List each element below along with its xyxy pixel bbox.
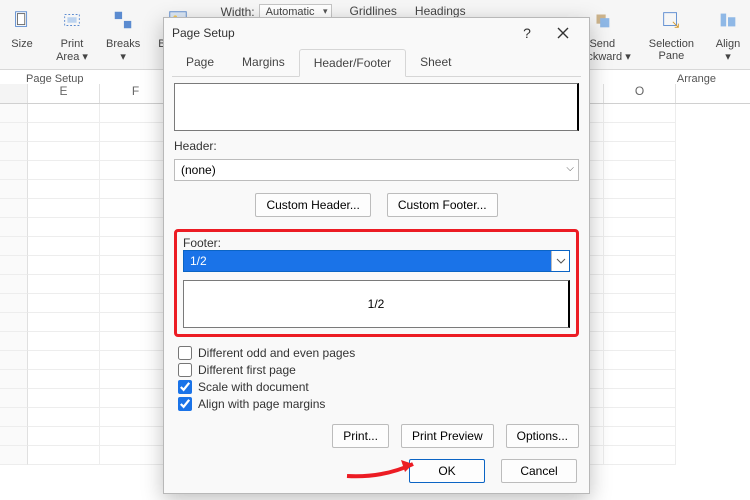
- cancel-button[interactable]: Cancel: [501, 459, 577, 483]
- align-icon: [712, 4, 744, 36]
- tab-page[interactable]: Page: [172, 49, 228, 77]
- checkbox-group: Different odd and even pages Different f…: [174, 343, 579, 414]
- ok-button[interactable]: OK: [409, 459, 485, 483]
- options-button[interactable]: Options...: [506, 424, 579, 448]
- custom-footer-button[interactable]: Custom Footer...: [387, 193, 498, 217]
- gridlines-label: Gridlines: [350, 4, 397, 18]
- print-area-icon: [56, 4, 88, 36]
- dialog-tabs: Page Margins Header/Footer Sheet: [172, 48, 581, 77]
- header-preview: [174, 83, 579, 131]
- help-button[interactable]: ?: [509, 19, 545, 47]
- print-button[interactable]: Print...: [332, 424, 389, 448]
- custom-buttons-row: Custom Header... Custom Footer...: [174, 193, 579, 217]
- header-value: (none): [181, 163, 216, 177]
- footer-preview: 1/2: [183, 280, 570, 328]
- headings-label: Headings: [415, 4, 466, 18]
- chk-scale[interactable]: Scale with document: [178, 380, 579, 394]
- print-buttons-row: Print... Print Preview Options...: [174, 424, 579, 448]
- footer-label: Footer:: [183, 236, 570, 250]
- chevron-down-icon: ⌵: [566, 163, 574, 174]
- footer-preview-text: 1/2: [368, 297, 385, 311]
- tab-margins[interactable]: Margins: [228, 49, 299, 77]
- close-button[interactable]: [545, 19, 581, 47]
- ribbon-breaks[interactable]: Breaks ▾: [106, 4, 140, 63]
- ribbon-align[interactable]: Align ▾: [712, 4, 744, 63]
- send-backward-icon: [586, 4, 618, 36]
- footer-select[interactable]: 1/2: [183, 250, 570, 272]
- ribbon-size[interactable]: Size: [6, 4, 38, 50]
- ribbon-gridlines-col: Gridlines: [350, 4, 397, 18]
- tab-sheet[interactable]: Sheet: [406, 49, 465, 77]
- dialog-footer: OK Cancel: [409, 459, 577, 483]
- custom-header-button[interactable]: Custom Header...: [255, 193, 370, 217]
- chevron-down-icon: [551, 251, 569, 271]
- close-icon: [557, 27, 569, 39]
- dialog-title: Page Setup: [172, 26, 235, 40]
- annotation-highlight: Footer: 1/2 1/2: [174, 229, 579, 337]
- tab-header-footer[interactable]: Header/Footer: [299, 49, 406, 77]
- breaks-icon: [107, 4, 139, 36]
- chk-first-page[interactable]: Different first page: [178, 363, 579, 377]
- footer-value: 1/2: [184, 254, 213, 268]
- ribbon-selection-pane[interactable]: Selection Pane: [649, 4, 694, 62]
- dialog-body: Header: (none) ⌵ Custom Header... Custom…: [164, 77, 589, 456]
- page-setup-dialog: Page Setup ? Page Margins Header/Footer …: [163, 17, 590, 494]
- header-select[interactable]: (none) ⌵: [174, 159, 579, 181]
- selection-pane-icon: [655, 4, 687, 36]
- chk-odd-even[interactable]: Different odd and even pages: [178, 346, 579, 360]
- ribbon-print-area[interactable]: Print Area ▾: [56, 4, 88, 63]
- chk-align[interactable]: Align with page margins: [178, 397, 579, 411]
- ribbon-headings-col: Headings: [415, 4, 466, 18]
- header-label: Header:: [174, 139, 579, 153]
- dialog-titlebar: Page Setup ?: [164, 18, 589, 48]
- size-icon: [6, 4, 38, 36]
- print-preview-button[interactable]: Print Preview: [401, 424, 494, 448]
